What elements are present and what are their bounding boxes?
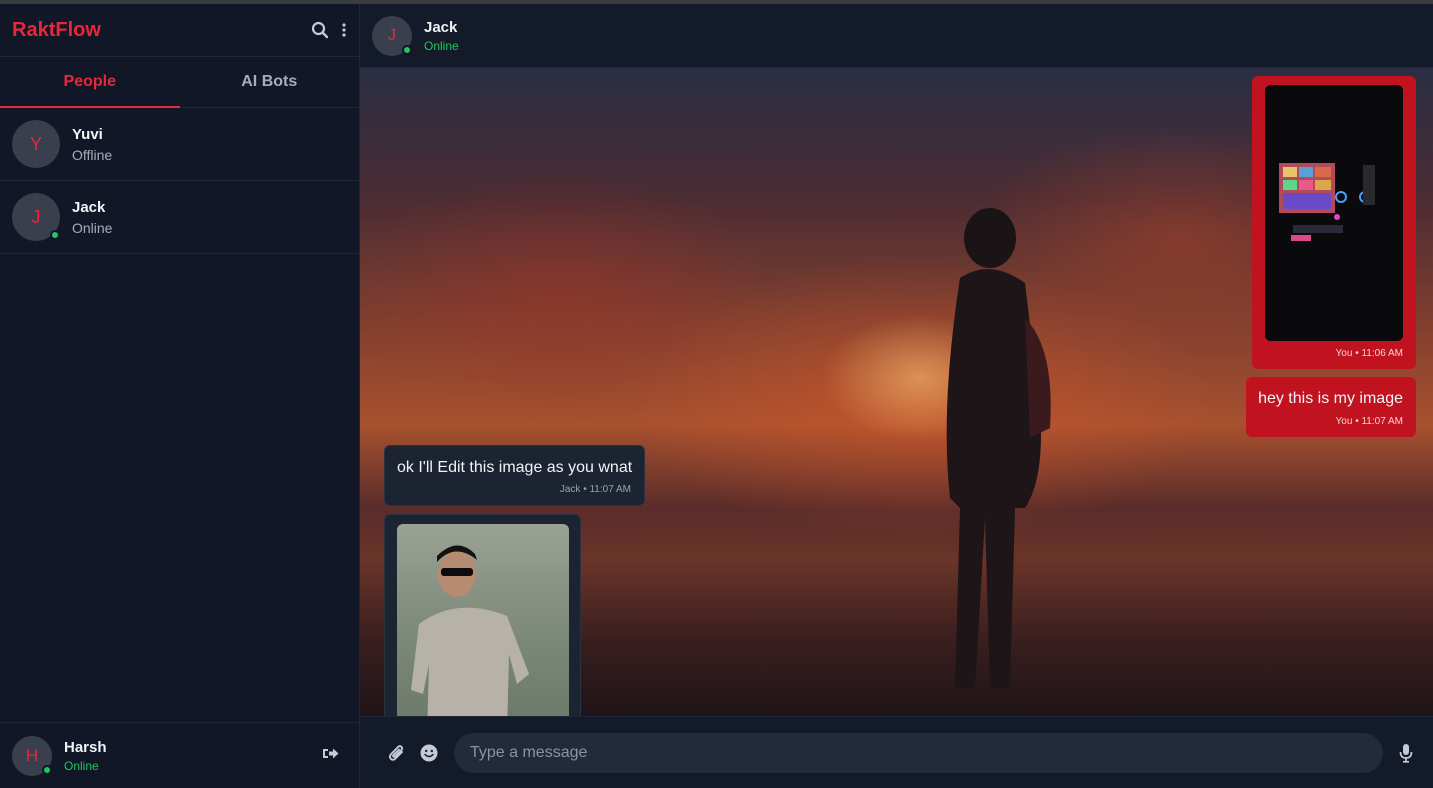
chat-avatar[interactable]: J [372,15,412,56]
contact-item-jack[interactable]: J Jack Online [0,181,359,254]
background-silhouette [946,208,1051,688]
message-bubble-outgoing[interactable]: hey this is my image You • 11:07 AM [1246,377,1416,437]
current-user-status: Online [64,758,99,773]
message-text: hey this is my image [1258,390,1403,407]
avatar: J [12,193,60,241]
message-list[interactable]: You • 11:06 AM hey this is my image You … [360,68,1433,716]
tab-people[interactable]: People [0,57,180,108]
contact-name: Jack [72,198,106,216]
user-avatar: H [12,735,52,776]
avatar-initial: Y [29,133,42,154]
contact-status: Online [72,219,113,236]
contact-name: Yuvi [72,125,103,143]
gaming-setup-photo [1265,85,1403,341]
portrait-photo [411,545,529,716]
avatar-initial: J [388,26,396,44]
message-meta: You • 11:06 AM [1335,348,1403,359]
avatar-initial: H [25,745,39,765]
message-image[interactable] [397,524,569,716]
logout-icon[interactable] [322,746,339,766]
chat-contact-name: Jack [424,18,458,36]
paperclip-icon[interactable] [388,743,406,763]
message-text: ok I'll Edit this image as you wnat [397,459,633,476]
message-meta: Jack • 11:07 AM [559,484,631,495]
message-composer [360,716,1433,788]
chat-contact-info: Jack Online [424,19,459,53]
tab-ai-bots[interactable]: AI Bots [180,57,360,107]
sidebar: RaktFlow People AI Bots Y Yuvi Offline J… [0,4,360,788]
message-bubble-incoming[interactable]: ok I'll Edit this image as you wnat Jack… [384,445,645,506]
more-options-icon[interactable] [341,22,347,38]
message-bubble-incoming[interactable] [384,514,581,716]
message-input[interactable] [454,732,1383,773]
sidebar-header: RaktFlow [0,4,359,57]
current-user-name: Harsh [64,738,107,756]
message-meta: You • 11:07 AM [1335,416,1403,427]
emoji-icon[interactable] [420,744,438,762]
chat-panel: J Jack Online You • 11:06 AM hey this is… [360,4,1433,788]
brand-logo: RaktFlow [12,18,101,41]
chat-header: J Jack Online [360,4,1433,68]
online-indicator [42,764,52,775]
contact-info: Jack Online [72,199,112,236]
online-indicator [50,230,60,240]
contact-item-yuvi[interactable]: Y Yuvi Offline [0,108,359,181]
sidebar-actions [311,21,347,39]
current-user-bar: H Harsh Online [0,722,359,788]
microphone-icon[interactable] [1399,743,1413,763]
search-icon[interactable] [311,21,329,39]
contact-status: Offline [72,146,113,163]
avatar: Y [12,120,60,168]
avatar-initial: J [31,206,41,227]
app-root: RaktFlow People AI Bots Y Yuvi Offline J… [0,4,1433,788]
sidebar-tabs: People AI Bots [0,57,359,108]
contact-info: Yuvi Offline [72,126,112,163]
message-bubble-outgoing[interactable]: You • 11:06 AM [1252,76,1416,369]
chat-contact-status: Online [424,38,459,53]
current-user-info: Harsh Online [64,739,322,773]
message-image[interactable] [1265,85,1403,341]
online-indicator [402,44,412,55]
